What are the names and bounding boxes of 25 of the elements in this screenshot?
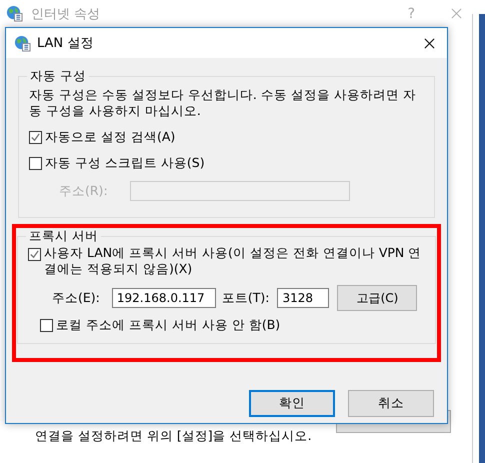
checkbox-label: 사용자 LAN에 프록시 서버 사용(이 설정은 전화 연결이나 VPN 연결에는 적용되지 않음)(X) <box>44 245 422 277</box>
checkbox[interactable] <box>40 318 53 332</box>
checkbox-label: 자동으로 설정 검색(A) <box>45 129 176 145</box>
field-label: 주소(E): <box>52 290 100 306</box>
group-legend: 프록시 서버 <box>26 228 101 245</box>
input-field[interactable]: 3128 <box>277 288 330 308</box>
dialog-button[interactable]: 취소 <box>348 390 434 417</box>
dialog-button[interactable]: 확인 <box>249 390 335 417</box>
advanced-button[interactable]: 고급(C) <box>337 285 418 311</box>
field-label: 포트(T): <box>222 290 270 306</box>
checkbox[interactable] <box>28 248 41 261</box>
checkbox-label: 로컬 주소에 프록시 서버 사용 안 함(B) <box>56 317 280 333</box>
group-legend: 자동 구성 <box>27 68 89 85</box>
description-text: 자동 구성은 수동 설정보다 우선합니다. 수동 설정을 사용하려면 자동 구성을 사용하지 마십시오. <box>29 87 417 119</box>
close-icon[interactable] <box>424 38 435 48</box>
window-title: 인터넷 속성 <box>31 6 100 22</box>
field-label: 주소(R): <box>59 182 108 200</box>
globe-icon <box>6 5 23 22</box>
hint-text: 연결을 설정하려면 위의 [설정]을 선택하십시오. <box>35 428 312 445</box>
input-field[interactable]: 192.168.0.117 <box>112 288 216 308</box>
dialog-title: LAN 설정 <box>37 35 94 52</box>
globe-icon <box>14 34 31 52</box>
checkbox[interactable] <box>29 130 42 144</box>
checkbox-label: 자동 구성 스크립트 사용(S) <box>45 155 205 171</box>
checkbox[interactable] <box>29 156 42 170</box>
